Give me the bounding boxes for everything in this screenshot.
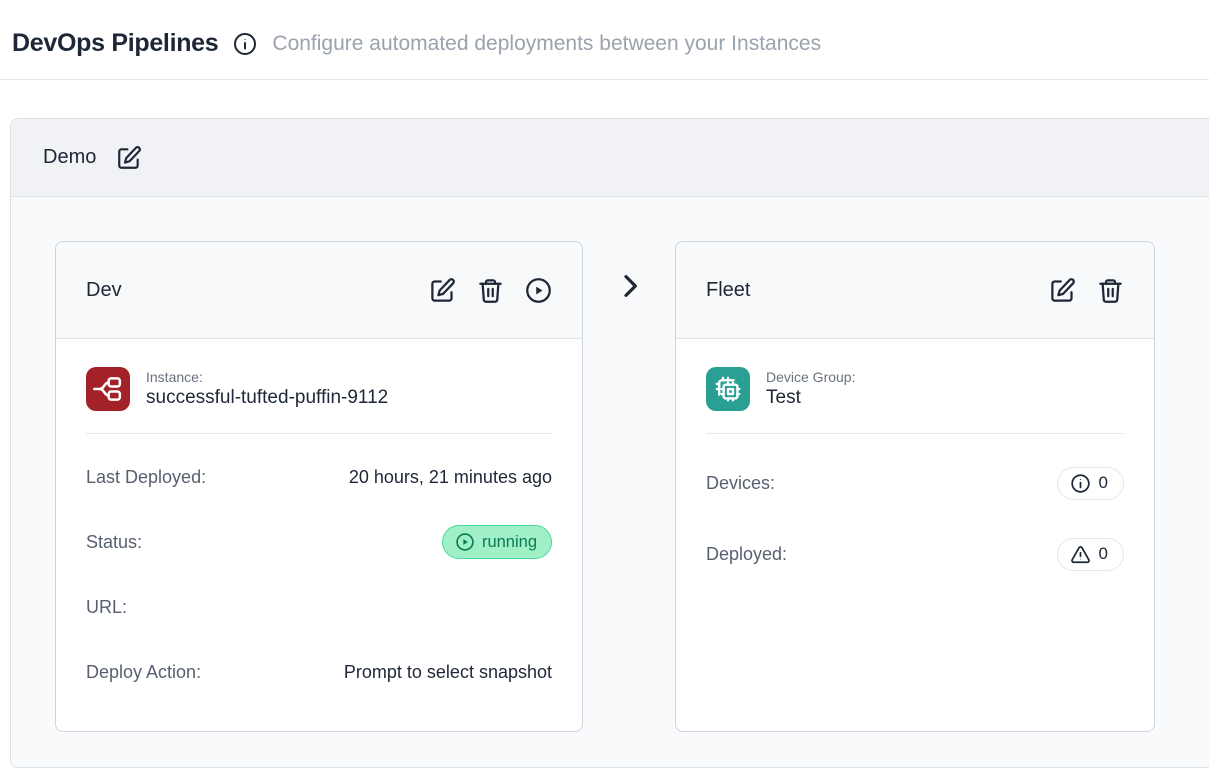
dev-source-text: Instance: successful-tufted-puffin-9112 (146, 369, 388, 409)
dev-delete-button[interactable] (477, 277, 504, 304)
dev-source-row: Instance: successful-tufted-puffin-9112 (86, 367, 552, 411)
pipeline-panel: Demo Dev (10, 118, 1209, 768)
last-deployed-row: Last Deployed: 20 hours, 21 minutes ago (86, 455, 552, 499)
edit-icon (1049, 277, 1076, 304)
fleet-edit-button[interactable] (1049, 277, 1076, 304)
devices-count: 0 (1099, 473, 1108, 493)
divider (706, 433, 1124, 434)
fleet-source-text: Device Group: Test (766, 369, 855, 409)
pipeline-panel-header: Demo (11, 119, 1209, 197)
last-deployed-label: Last Deployed: (86, 467, 206, 488)
device-group-icon (706, 367, 750, 411)
status-row: Status: running (86, 520, 552, 564)
page-header: DevOps Pipelines Configure automated dep… (0, 0, 1209, 80)
stage-connector-chevron-icon (614, 270, 646, 302)
devices-count-badge[interactable]: 0 (1057, 467, 1124, 500)
fleet-card-title: Fleet (706, 279, 750, 302)
url-row: URL: (86, 585, 552, 629)
fleet-card-body: Device Group: Test Devices: 0 (676, 339, 1154, 731)
page-subtitle: Configure automated deployments between … (272, 32, 821, 56)
divider (86, 433, 552, 434)
deployed-count: 0 (1099, 544, 1108, 564)
deployed-label: Deployed: (706, 544, 787, 565)
deployed-count-badge[interactable]: 0 (1057, 538, 1124, 571)
instance-label: Instance: (146, 369, 388, 385)
page-info-button[interactable] (233, 32, 257, 56)
deploy-action-label: Deploy Action: (86, 662, 201, 683)
status-value: running (482, 533, 537, 552)
url-label: URL: (86, 597, 127, 618)
dev-edit-button[interactable] (429, 277, 456, 304)
dev-card-actions (429, 277, 552, 304)
instance-name: successful-tufted-puffin-9112 (146, 387, 388, 409)
trash-icon (477, 277, 504, 304)
edit-pipeline-button[interactable] (116, 145, 142, 171)
devices-label: Devices: (706, 473, 775, 494)
deploy-action-value: Prompt to select snapshot (344, 662, 552, 683)
dev-card-title: Dev (86, 279, 122, 302)
deploy-action-row: Deploy Action: Prompt to select snapshot (86, 650, 552, 694)
edit-icon (116, 145, 142, 171)
dev-card-header: Dev (56, 242, 582, 339)
last-deployed-value: 20 hours, 21 minutes ago (349, 467, 552, 488)
trash-icon (1097, 277, 1124, 304)
dev-card-body: Instance: successful-tufted-puffin-9112 … (56, 339, 582, 731)
deployed-row: Deployed: 0 (706, 532, 1124, 576)
fleet-source-row: Device Group: Test (706, 367, 1124, 411)
stage-card-fleet: Fleet (675, 241, 1155, 732)
device-group-label: Device Group: (766, 369, 855, 385)
info-circle-icon (1070, 473, 1091, 494)
warning-triangle-icon (1070, 544, 1091, 565)
play-circle-icon (455, 532, 475, 552)
fleet-card-header: Fleet (676, 242, 1154, 339)
status-badge: running (442, 525, 552, 559)
play-circle-icon (525, 277, 552, 304)
info-circle-icon (233, 32, 257, 56)
devices-row: Devices: 0 (706, 461, 1124, 505)
edit-icon (429, 277, 456, 304)
device-group-name: Test (766, 387, 855, 409)
pipeline-name: Demo (43, 146, 96, 169)
fleet-delete-button[interactable] (1097, 277, 1124, 304)
page-title: DevOps Pipelines (12, 29, 218, 58)
pipeline-stages: Dev (11, 197, 1209, 768)
instance-icon (86, 367, 130, 411)
stage-card-dev: Dev (55, 241, 583, 732)
status-label: Status: (86, 532, 142, 553)
dev-run-button[interactable] (525, 277, 552, 304)
fleet-card-actions (1049, 277, 1124, 304)
